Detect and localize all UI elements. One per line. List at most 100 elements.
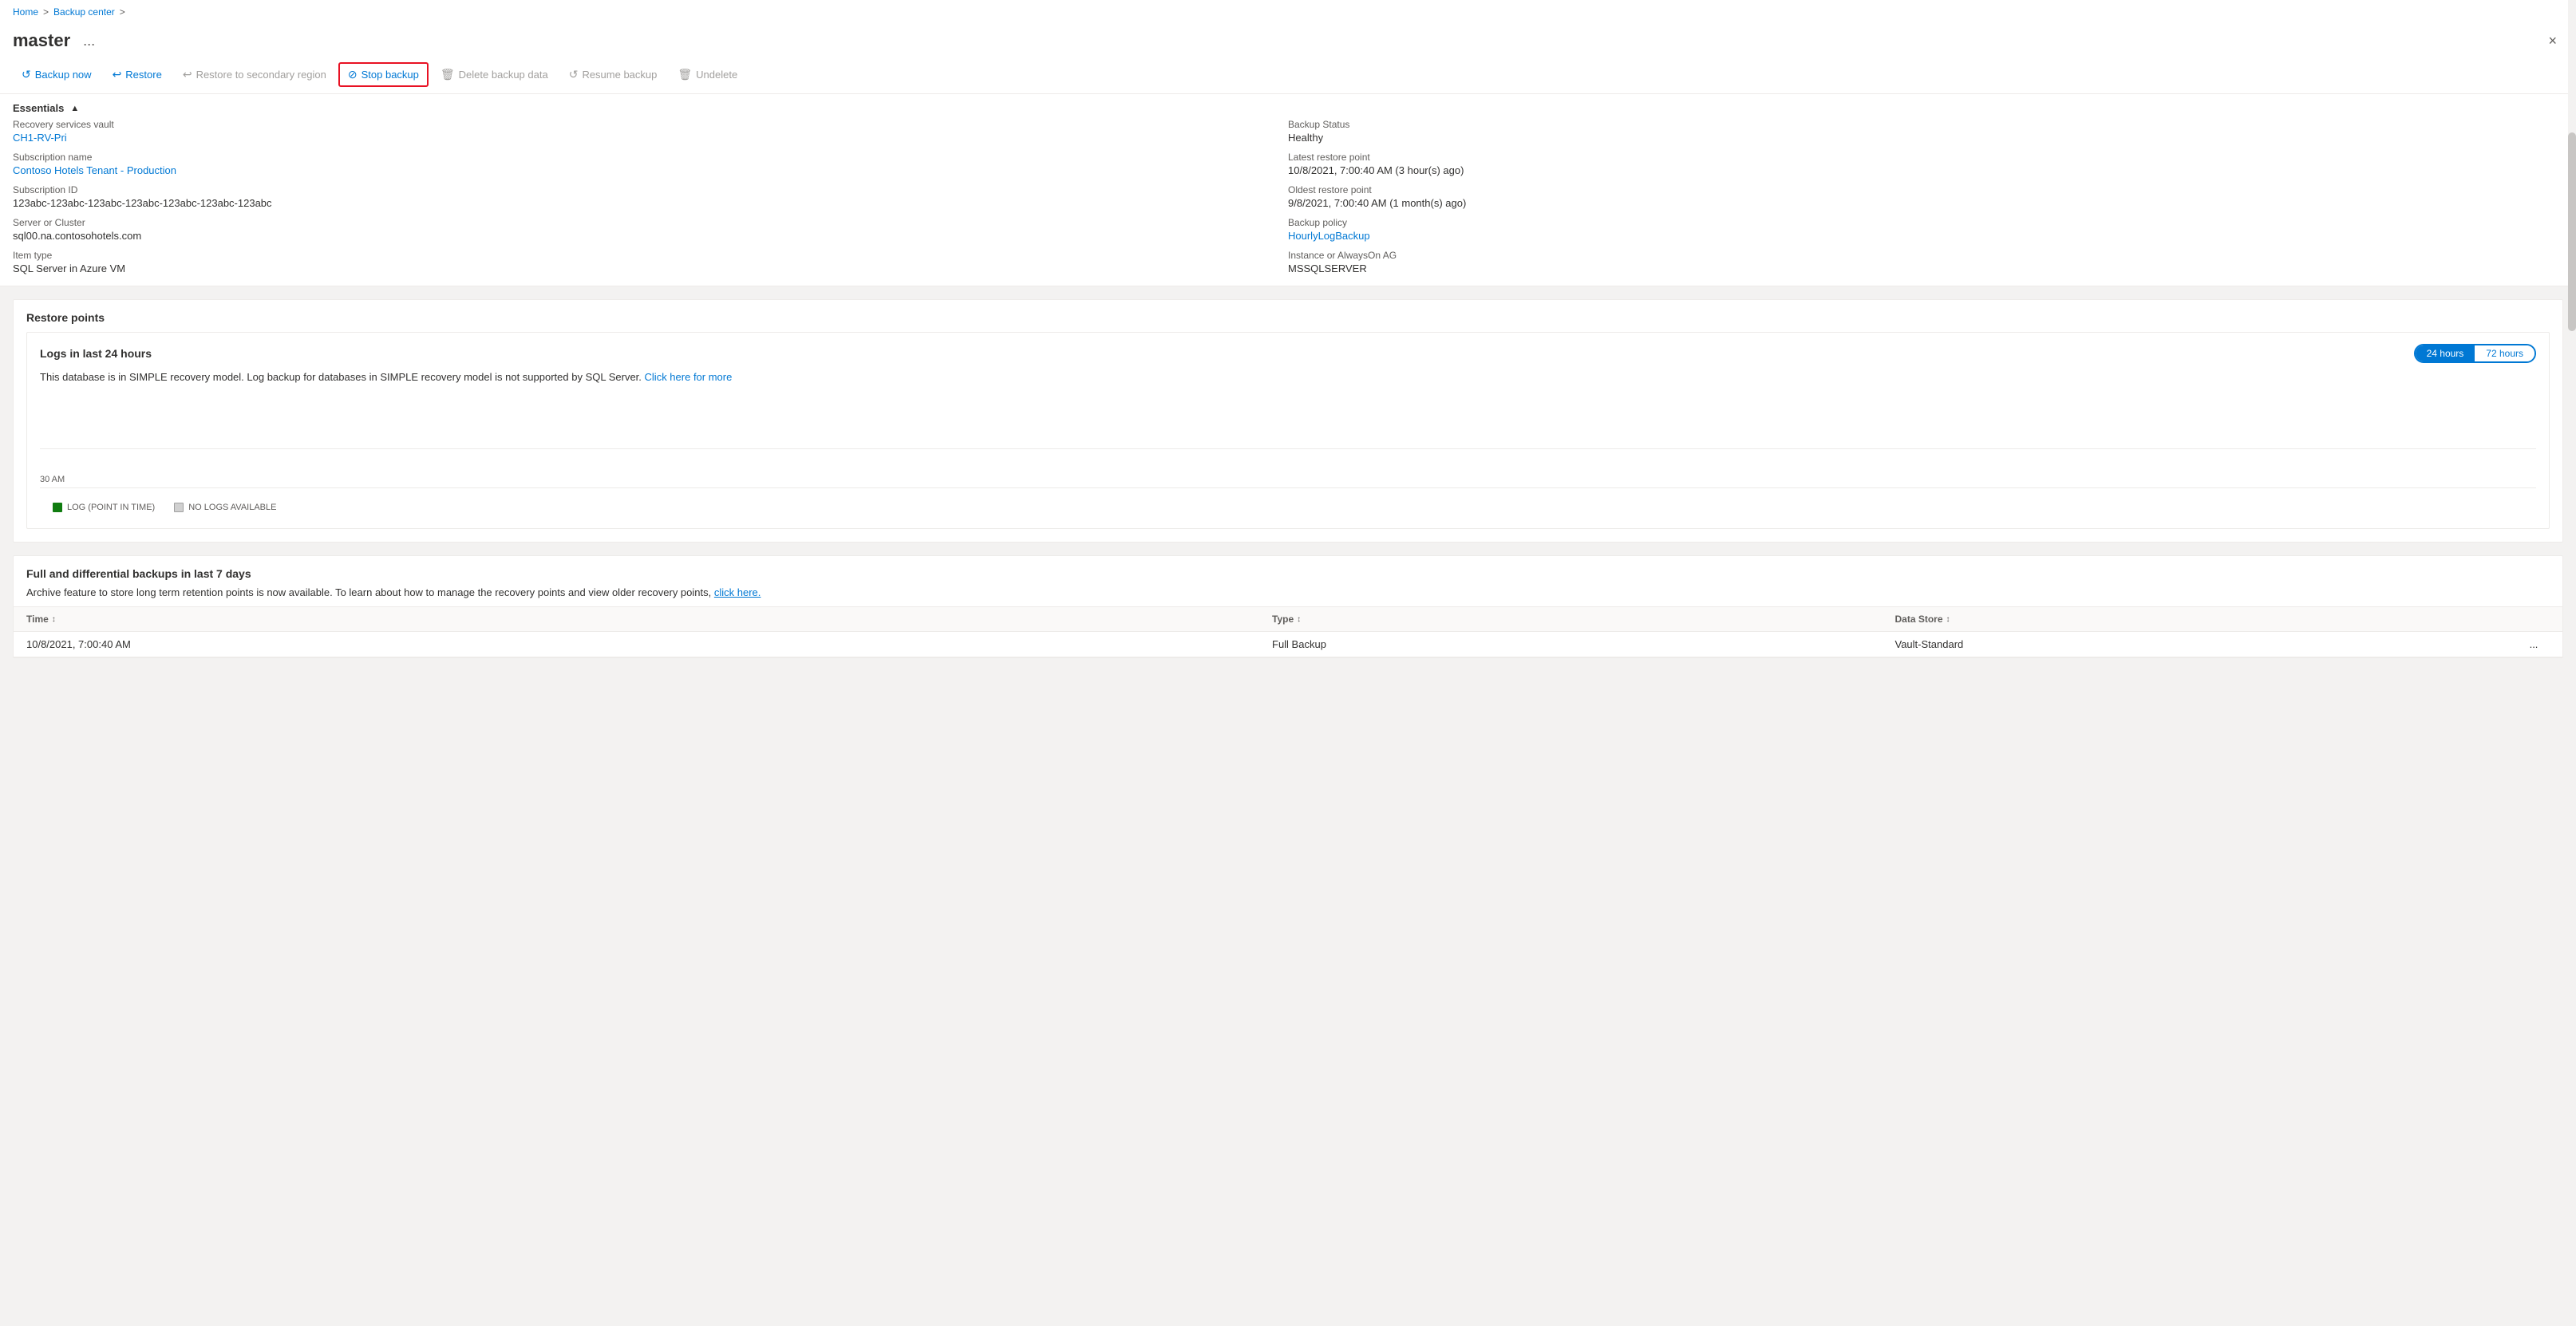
backup-now-label: Backup now — [35, 69, 92, 81]
sort-type-icon[interactable]: ↕ — [1297, 615, 1301, 624]
page-header: master ... × ↺ Backup now ↩ Restore ↩ Re… — [0, 24, 2576, 94]
recovery-vault-value[interactable]: CH1-RV-Pri — [13, 132, 1288, 144]
subscription-name-value[interactable]: Contoso Hotels Tenant - Production — [13, 164, 1288, 176]
subscription-name-field: Subscription name Contoso Hotels Tenant … — [13, 152, 1288, 176]
logs-title: Logs in last 24 hours — [40, 347, 152, 360]
col-time-label: Time — [26, 614, 49, 625]
subscription-name-label: Subscription name — [13, 152, 1288, 163]
backup-now-icon: ↺ — [22, 68, 31, 81]
col-type-label: Type — [1272, 614, 1294, 625]
chart-area: 30 AM LOG (POINT IN TIME) NO LOGS AVAILA… — [27, 393, 2549, 528]
notice-link[interactable]: click here. — [714, 586, 761, 598]
legend-log-item: LOG (POINT IN TIME) — [53, 503, 155, 512]
backup-now-button[interactable]: ↺ Backup now — [13, 63, 101, 86]
stop-backup-icon: ⊘ — [348, 68, 358, 81]
server-value: sql00.na.contosohotels.com — [13, 230, 1288, 242]
subscription-id-value: 123abc-123abc-123abc-123abc-123abc-123ab… — [13, 197, 1288, 209]
breadcrumb-home[interactable]: Home — [13, 6, 38, 18]
backup-policy-field: Backup policy HourlyLogBackup — [1288, 217, 2563, 242]
essentials-grid: Recovery services vault CH1-RV-Pri Subsc… — [13, 119, 2563, 286]
row-actions-btn[interactable]: ... — [2518, 638, 2550, 650]
essentials-title: Essentials — [13, 102, 64, 114]
restore-points-card: Restore points Logs in last 24 hours 24 … — [13, 299, 2563, 543]
delete-backup-label: Delete backup data — [459, 69, 548, 81]
latest-restore-label: Latest restore point — [1288, 152, 2563, 163]
undelete-icon: 🗑 — [678, 68, 692, 81]
table-row: 10/8/2021, 7:00:40 AM Full Backup Vault-… — [14, 632, 2562, 657]
recovery-vault-field: Recovery services vault CH1-RV-Pri — [13, 119, 1288, 144]
legend-nologs-label: NO LOGS AVAILABLE — [188, 503, 276, 512]
subscription-id-field: Subscription ID 123abc-123abc-123abc-123… — [13, 184, 1288, 209]
backup-policy-label: Backup policy — [1288, 217, 2563, 228]
restore-points-inner: Logs in last 24 hours 24 hours 72 hours … — [26, 332, 2550, 529]
essentials-left-col: Recovery services vault CH1-RV-Pri Subsc… — [13, 119, 1288, 274]
instance-field: Instance or AlwaysOn AG MSSQLSERVER — [1288, 250, 2563, 274]
more-options-button[interactable]: ... — [78, 31, 100, 51]
sort-time-icon[interactable]: ↕ — [52, 615, 56, 624]
col-type: Type ↕ — [1272, 614, 1895, 625]
col-actions — [2518, 614, 2550, 625]
latest-restore-field: Latest restore point 10/8/2021, 7:00:40 … — [1288, 152, 2563, 176]
restore-label: Restore — [125, 69, 162, 81]
main-content: Restore points Logs in last 24 hours 24 … — [0, 286, 2576, 671]
server-field: Server or Cluster sql00.na.contosohotels… — [13, 217, 1288, 242]
row-type: Full Backup — [1272, 638, 1895, 650]
chart-time-label: 30 AM — [40, 475, 65, 484]
resume-backup-label: Resume backup — [582, 69, 657, 81]
restore-secondary-button[interactable]: ↩ Restore to secondary region — [174, 63, 335, 86]
delete-backup-button[interactable]: 🗑 Delete backup data — [432, 63, 557, 86]
recovery-vault-label: Recovery services vault — [13, 119, 1288, 130]
restore-secondary-label: Restore to secondary region — [196, 69, 326, 81]
subscription-id-label: Subscription ID — [13, 184, 1288, 195]
backup-policy-value[interactable]: HourlyLogBackup — [1288, 230, 2563, 242]
backup-status-field: Backup Status Healthy — [1288, 119, 2563, 144]
latest-restore-value: 10/8/2021, 7:00:40 AM (3 hour(s) ago) — [1288, 164, 2563, 176]
essentials-collapse-icon: ▲ — [70, 104, 79, 113]
col-datastore: Data Store ↕ — [1895, 614, 2519, 625]
close-button[interactable]: × — [2542, 31, 2563, 51]
restore-button[interactable]: ↩ Restore — [104, 63, 171, 86]
backup-status-value: Healthy — [1288, 132, 2563, 144]
breadcrumb-sep1: > — [43, 6, 49, 18]
col-datastore-label: Data Store — [1895, 614, 1943, 625]
scrollbar-track[interactable] — [2568, 0, 2576, 1326]
backup-status-label: Backup Status — [1288, 119, 2563, 130]
stop-backup-button[interactable]: ⊘ Stop backup — [338, 62, 429, 87]
table-header: Time ↕ Type ↕ Data Store ↕ — [14, 606, 2562, 632]
notice-text: Archive feature to store long term reten… — [26, 586, 711, 598]
delete-backup-icon: 🗑 — [441, 68, 455, 81]
resume-backup-button[interactable]: ↺ Resume backup — [560, 63, 666, 86]
sort-datastore-icon[interactable]: ↕ — [1946, 615, 1950, 624]
legend-log-color — [53, 503, 62, 512]
undelete-label: Undelete — [696, 69, 737, 81]
breadcrumb-backup-center[interactable]: Backup center — [53, 6, 115, 18]
chart-legend: LOG (POINT IN TIME) NO LOGS AVAILABLE — [40, 495, 2536, 520]
time-toggle: 24 hours 72 hours — [2414, 344, 2536, 363]
oldest-restore-field: Oldest restore point 9/8/2021, 7:00:40 A… — [1288, 184, 2563, 209]
legend-log-label: LOG (POINT IN TIME) — [67, 503, 155, 512]
essentials-header[interactable]: Essentials ▲ — [13, 94, 2563, 119]
instance-label: Instance or AlwaysOn AG — [1288, 250, 2563, 261]
full-backups-card: Full and differential backups in last 7 … — [13, 555, 2563, 658]
resume-backup-icon: ↺ — [569, 68, 579, 81]
24-hours-button[interactable]: 24 hours — [2416, 345, 2475, 361]
logs-message-link[interactable]: Click here for more — [645, 371, 733, 383]
restore-secondary-icon: ↩ — [183, 68, 192, 81]
col-time: Time ↕ — [26, 614, 1272, 625]
oldest-restore-label: Oldest restore point — [1288, 184, 2563, 195]
item-type-value: SQL Server in Azure VM — [13, 262, 1288, 274]
logs-message-text: This database is in SIMPLE recovery mode… — [40, 371, 642, 383]
breadcrumb: Home > Backup center > — [0, 0, 2576, 24]
full-backups-notice: Archive feature to store long term reten… — [14, 586, 2562, 606]
full-backups-title: Full and differential backups in last 7 … — [14, 556, 2562, 586]
toolbar: ↺ Backup now ↩ Restore ↩ Restore to seco… — [13, 59, 2563, 93]
legend-nologs-item: NO LOGS AVAILABLE — [174, 503, 276, 512]
72-hours-button[interactable]: 72 hours — [2475, 345, 2535, 361]
essentials-right-col: Backup Status Healthy Latest restore poi… — [1288, 119, 2563, 274]
item-type-field: Item type SQL Server in Azure VM — [13, 250, 1288, 274]
undelete-button[interactable]: 🗑 Undelete — [669, 63, 746, 86]
row-time: 10/8/2021, 7:00:40 AM — [26, 638, 1272, 650]
stop-backup-label: Stop backup — [362, 69, 419, 81]
page-title: master — [13, 30, 70, 51]
legend-nologs-color — [174, 503, 184, 512]
